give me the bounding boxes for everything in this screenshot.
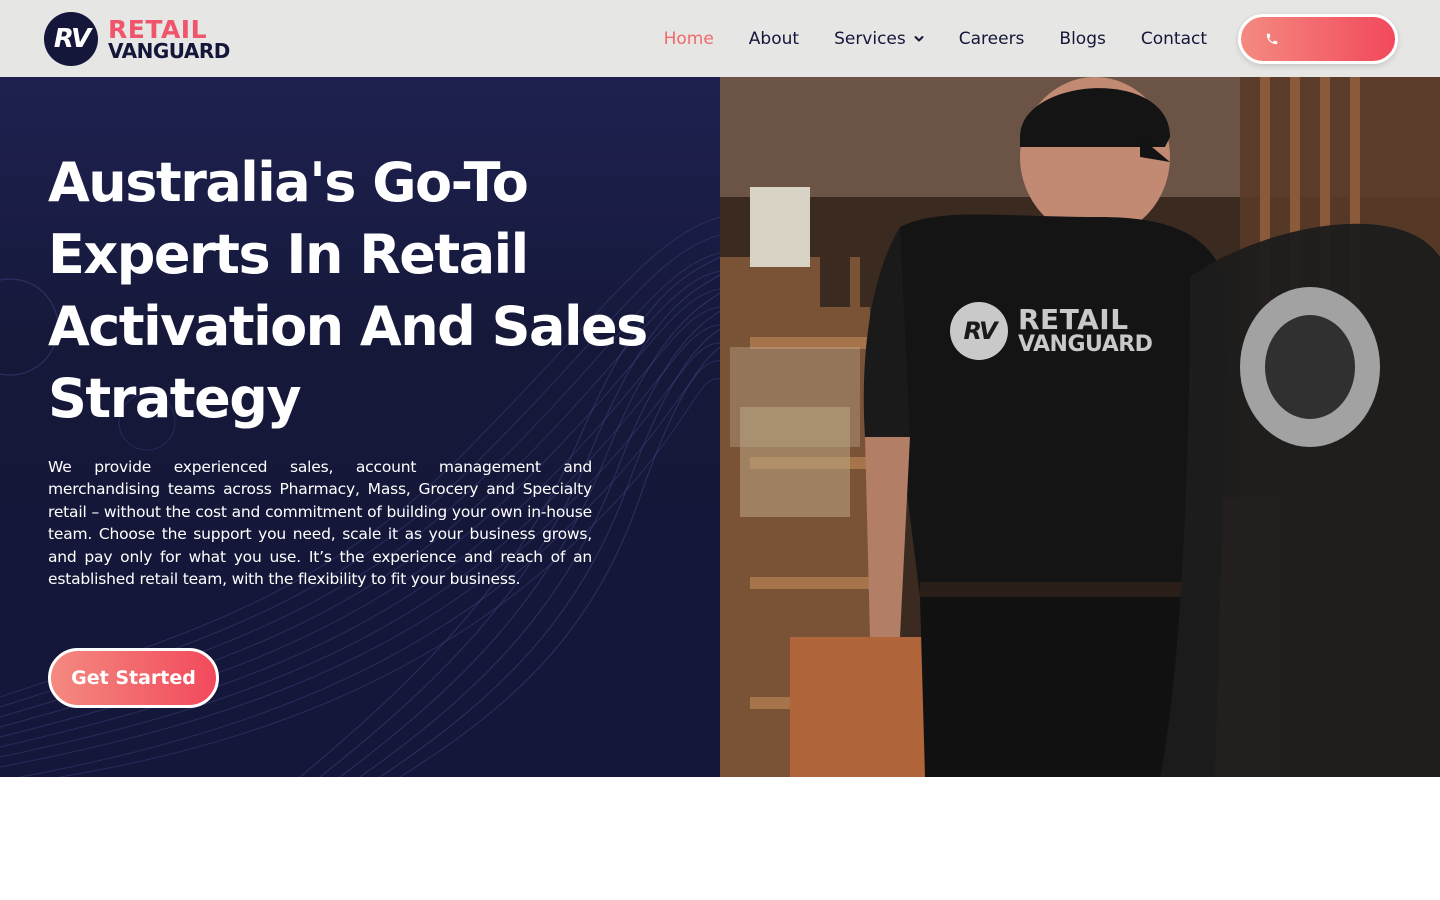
hero-text-panel: Australia's Go-To Experts In Retail Acti… [0,77,720,777]
hero-photo: RV RETAIL VANGUARD [720,77,1440,777]
nav-item-label: Services [834,28,906,49]
site-header: RV RETAIL VANGUARD Home About Services C… [0,0,1440,77]
nav-item-blogs[interactable]: Blogs [1059,29,1105,49]
shirt-logo-wordmark: RETAIL VANGUARD [1018,303,1153,357]
hero-headline: Australia's Go-To Experts In Retail Acti… [48,151,648,430]
nav-item-label: Careers [958,28,1025,49]
chevron-down-icon [914,35,924,41]
nav-item-label: Home [663,28,714,49]
logo-wordmark: RETAIL VANGUARD [108,17,230,61]
call-button[interactable] [1238,14,1398,64]
main-nav: Home About Services Careers Blogs Contac… [664,0,1207,77]
store-scene-illustration [720,77,1440,777]
shirt-logo-line-1: RETAIL [1018,303,1129,336]
logo-mark-text: RV [53,24,91,54]
shirt-logo-line-2: VANGUARD [1018,332,1153,357]
phone-icon [1266,33,1278,45]
hero-section: Australia's Go-To Experts In Retail Acti… [0,77,1440,777]
nav-item-label: Blogs [1059,28,1106,49]
logo-line-2: VANGUARD [108,39,230,63]
nav-item-home[interactable]: Home [664,29,714,49]
get-started-label: Get Started [71,667,196,689]
logo-mark: RV [44,12,98,66]
nav-item-careers[interactable]: Careers [959,29,1025,49]
nav-item-label: Contact [1140,28,1207,49]
nav-item-about[interactable]: About [749,29,799,49]
nav-item-label: About [748,28,800,49]
nav-item-contact[interactable]: Contact [1141,29,1207,49]
shirt-logo-mark: RV [950,302,1008,360]
shirt-brand-logo: RV RETAIL VANGUARD [950,302,1153,360]
hero-description: We provide experienced sales, account ma… [48,458,592,589]
brand-logo[interactable]: RV RETAIL VANGUARD [44,12,230,66]
get-started-button[interactable]: Get Started [48,648,219,708]
nav-item-services[interactable]: Services [834,29,924,49]
shirt-logo-mark-text: RV [963,317,997,345]
